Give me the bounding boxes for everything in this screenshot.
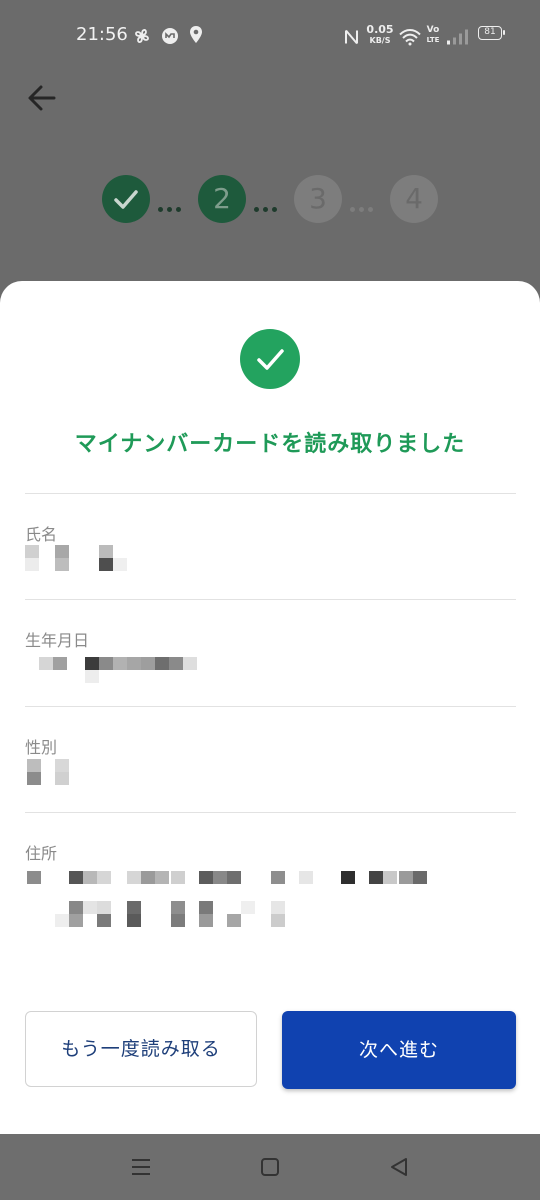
menu-icon[interactable] — [128, 1154, 154, 1180]
home-square-icon[interactable] — [257, 1154, 283, 1180]
messenger-icon — [162, 28, 178, 44]
retry-scan-button[interactable]: もう一度読み取る — [25, 1011, 257, 1087]
back-triangle-icon[interactable] — [386, 1154, 412, 1180]
success-badge — [240, 329, 300, 389]
system-nav-bar — [0, 1134, 540, 1200]
nfc-icon — [345, 29, 358, 45]
volte-label-bottom: LTE — [426, 36, 440, 44]
divider — [25, 812, 516, 813]
address-label: 住所 — [25, 844, 58, 863]
status-time: 21:56 — [76, 24, 128, 45]
network-speed-unit: KB/S — [369, 36, 391, 45]
step-connector — [158, 197, 185, 212]
step-4: 4 — [390, 175, 438, 223]
step-2-current: 2 — [198, 175, 246, 223]
name-label: 氏名 — [25, 525, 58, 544]
progress-stepper: 2 3 4 — [100, 175, 440, 225]
divider — [25, 493, 516, 494]
divider — [25, 706, 516, 707]
volte-label-top: Vo — [426, 25, 440, 35]
result-bottom-sheet: マイナンバーカードを読み取りました 氏名 生年月日 性別 住所 もう一度読み取る… — [0, 281, 540, 1134]
gender-label: 性別 — [25, 738, 58, 757]
fan-icon — [135, 29, 149, 43]
check-icon — [257, 349, 284, 370]
sheet-title: マイナンバーカードを読み取りました — [74, 432, 466, 457]
check-icon — [114, 190, 138, 209]
back-arrow-icon[interactable] — [22, 78, 62, 118]
signal-icon — [447, 29, 468, 45]
wifi-icon — [399, 29, 421, 46]
step-1-completed — [102, 175, 150, 223]
battery-indicator: 81 — [478, 26, 505, 40]
next-button[interactable]: 次へ進む — [282, 1011, 516, 1089]
step-connector — [350, 197, 377, 212]
status-bar: 21:56 0.05 KB/S Vo LTE 81 — [0, 0, 540, 70]
birthdate-label: 生年月日 — [25, 631, 90, 650]
step-3: 3 — [294, 175, 342, 223]
location-pin-icon — [190, 26, 202, 43]
network-speed-value: 0.05 — [366, 23, 394, 36]
step-connector — [254, 197, 281, 212]
divider — [25, 599, 516, 600]
